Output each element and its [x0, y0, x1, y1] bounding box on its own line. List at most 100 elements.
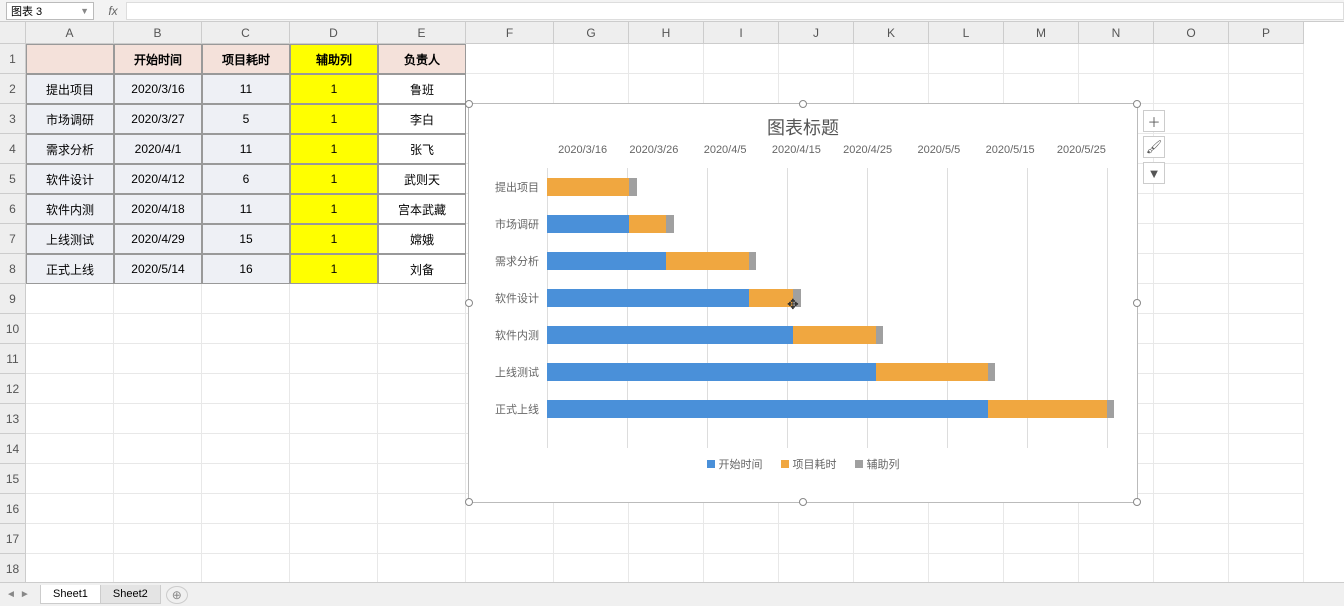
cell[interactable] [26, 284, 114, 314]
column-header[interactable]: E [378, 22, 466, 44]
row-header[interactable]: 12 [0, 374, 26, 404]
add-sheet-button[interactable]: ⊕ [166, 586, 188, 604]
cell[interactable] [26, 374, 114, 404]
cell[interactable]: 2020/3/16 [114, 74, 202, 104]
cell[interactable] [114, 314, 202, 344]
cell[interactable] [1079, 524, 1154, 554]
cell[interactable] [704, 524, 779, 554]
row-header[interactable]: 14 [0, 434, 26, 464]
cell[interactable] [202, 524, 290, 554]
cell[interactable] [1229, 434, 1304, 464]
cell[interactable]: 鲁班 [378, 74, 466, 104]
cell[interactable] [929, 74, 1004, 104]
column-header[interactable]: J [779, 22, 854, 44]
cell[interactable] [466, 524, 554, 554]
row-header[interactable]: 8 [0, 254, 26, 284]
cell[interactable]: 市场调研 [26, 104, 114, 134]
column-header[interactable]: I [704, 22, 779, 44]
cell[interactable]: 负责人 [378, 44, 466, 74]
cell[interactable] [1229, 374, 1304, 404]
chart-bar[interactable] [547, 400, 1114, 418]
row-header[interactable]: 13 [0, 404, 26, 434]
cell[interactable] [704, 554, 779, 582]
cell[interactable]: 李白 [378, 104, 466, 134]
row-header[interactable]: 2 [0, 74, 26, 104]
cell[interactable]: 11 [202, 194, 290, 224]
cell[interactable] [1229, 524, 1304, 554]
cell[interactable] [779, 74, 854, 104]
cell[interactable] [1154, 224, 1229, 254]
cell[interactable] [26, 524, 114, 554]
cell[interactable] [1079, 74, 1154, 104]
cell[interactable] [1154, 134, 1229, 164]
cell[interactable] [629, 554, 704, 582]
column-header[interactable]: M [1004, 22, 1079, 44]
cell[interactable] [26, 554, 114, 582]
cell[interactable] [854, 74, 929, 104]
cell[interactable] [1229, 344, 1304, 374]
chart-bar[interactable] [547, 289, 801, 307]
cell[interactable]: 15 [202, 224, 290, 254]
cell[interactable] [290, 554, 378, 582]
cell[interactable]: 正式上线 [26, 254, 114, 284]
cell[interactable] [466, 554, 554, 582]
cell[interactable] [1154, 254, 1229, 284]
cell[interactable] [929, 44, 1004, 74]
cell[interactable] [1229, 44, 1304, 74]
cell[interactable] [378, 494, 466, 524]
column-header[interactable]: B [114, 22, 202, 44]
cell[interactable] [26, 434, 114, 464]
chart-title[interactable]: 图表标题 [469, 104, 1137, 144]
cell[interactable] [290, 314, 378, 344]
chart-bars[interactable]: 提出项目市场调研需求分析软件设计软件内测上线测试正式上线 [469, 168, 1119, 448]
cell[interactable]: 上线测试 [26, 224, 114, 254]
cell[interactable] [1154, 494, 1229, 524]
cell[interactable] [290, 524, 378, 554]
row-header[interactable]: 4 [0, 134, 26, 164]
legend-item[interactable]: 辅助列 [855, 456, 900, 472]
cell[interactable]: 11 [202, 74, 290, 104]
cell[interactable] [466, 74, 554, 104]
cell[interactable]: 嫦娥 [378, 224, 466, 254]
cell[interactable] [1229, 104, 1304, 134]
column-header[interactable]: C [202, 22, 290, 44]
cell[interactable] [554, 524, 629, 554]
cell[interactable] [26, 494, 114, 524]
cell[interactable] [1004, 44, 1079, 74]
cell[interactable]: 1 [290, 194, 378, 224]
resize-handle[interactable] [799, 498, 807, 506]
cell[interactable] [1229, 464, 1304, 494]
column-headers[interactable]: ABCDEFGHIJKLMNOP [26, 22, 1304, 44]
cell[interactable] [378, 374, 466, 404]
cell[interactable] [554, 74, 629, 104]
cell[interactable] [629, 74, 704, 104]
cell[interactable] [1229, 494, 1304, 524]
row-header[interactable]: 18 [0, 554, 26, 582]
cell[interactable] [854, 524, 929, 554]
row-header[interactable]: 15 [0, 464, 26, 494]
cell[interactable] [1229, 164, 1304, 194]
cell[interactable]: 2020/4/12 [114, 164, 202, 194]
cell[interactable] [704, 74, 779, 104]
row-header[interactable]: 9 [0, 284, 26, 314]
tab-nav-next[interactable]: ► [20, 589, 30, 600]
cell[interactable] [1229, 284, 1304, 314]
cell[interactable] [26, 44, 114, 74]
cell[interactable]: 项目耗时 [202, 44, 290, 74]
cell[interactable] [202, 374, 290, 404]
cell[interactable] [378, 314, 466, 344]
tab-sheet2[interactable]: Sheet2 [100, 585, 161, 604]
column-header[interactable]: H [629, 22, 704, 44]
row-header[interactable]: 16 [0, 494, 26, 524]
column-header[interactable]: O [1154, 22, 1229, 44]
row-header[interactable]: 5 [0, 164, 26, 194]
cell[interactable] [1229, 314, 1304, 344]
cell[interactable] [290, 374, 378, 404]
cell[interactable] [1229, 404, 1304, 434]
cell[interactable] [114, 404, 202, 434]
column-header[interactable]: K [854, 22, 929, 44]
cell[interactable] [1154, 194, 1229, 224]
cell[interactable] [26, 344, 114, 374]
resize-handle[interactable] [1133, 299, 1141, 307]
cell[interactable] [202, 404, 290, 434]
